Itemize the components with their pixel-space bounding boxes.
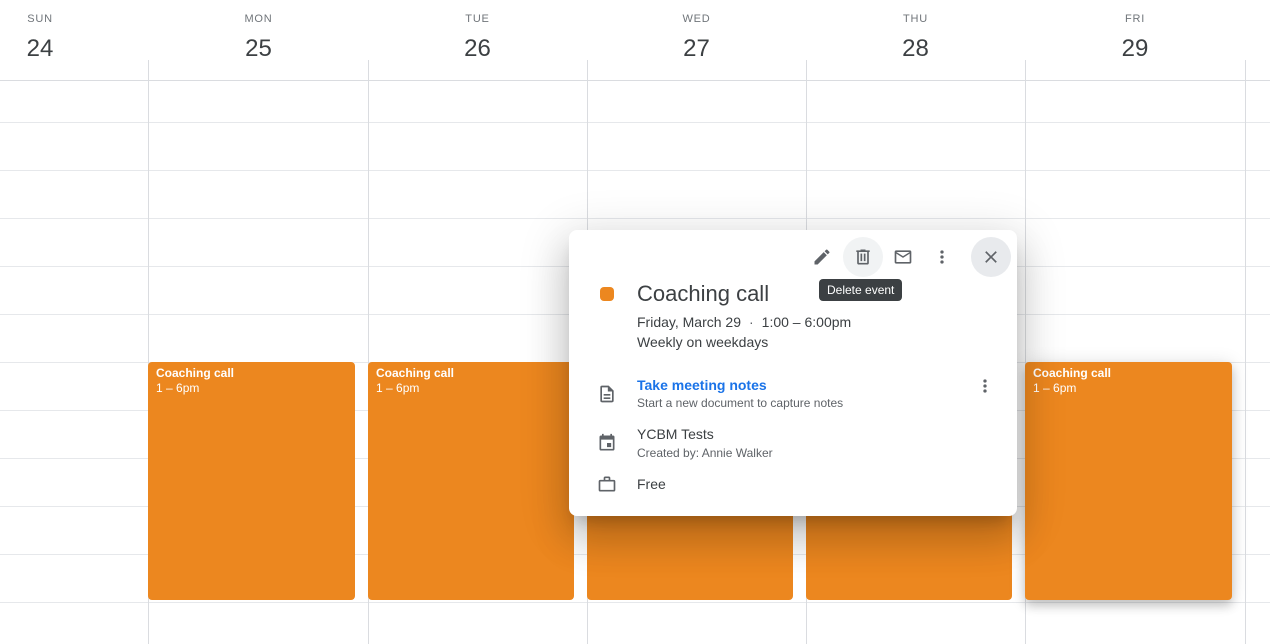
- more-vert-icon: [983, 379, 987, 393]
- day-number[interactable]: 29: [1025, 35, 1245, 63]
- briefcase-icon: [597, 474, 617, 494]
- day-of-week: TUE: [465, 13, 490, 25]
- trash-icon: [856, 249, 870, 265]
- notes-options-button[interactable]: [965, 366, 1005, 406]
- close-icon: [985, 251, 997, 263]
- day-header-wed[interactable]: WED 27: [587, 0, 806, 80]
- hour-gridline: [0, 170, 1270, 171]
- event-color-swatch: [600, 287, 614, 301]
- calendar-week-view: SUN 24 MON 25 TUE 26 WED 27 THU 28 FRI 2…: [0, 0, 1270, 644]
- day-number[interactable]: 24: [0, 35, 80, 63]
- day-of-week: FRI: [1124, 13, 1146, 25]
- document-icon: [597, 384, 617, 404]
- mail-icon: [894, 250, 912, 264]
- availability-status: Free: [637, 476, 666, 492]
- more-vert-icon: [940, 250, 944, 264]
- hour-gridline: [0, 602, 1270, 603]
- notes-description: Start a new document to capture notes: [637, 396, 844, 410]
- day-number[interactable]: 27: [587, 35, 806, 63]
- event-title: Coaching call: [376, 366, 455, 380]
- separator-dot: ·: [749, 314, 754, 330]
- delete-event-tooltip: Delete event: [819, 279, 903, 301]
- event-title: Coaching call: [1033, 366, 1112, 380]
- event-time: 1 – 6pm: [1033, 381, 1077, 395]
- hour-gridline: [0, 122, 1270, 123]
- day-of-week: MON: [244, 13, 273, 25]
- day-header-sun[interactable]: SUN 24: [0, 0, 80, 80]
- delete-event-button[interactable]: [843, 237, 883, 277]
- day-header-thu[interactable]: THU 28: [806, 0, 1025, 80]
- event-time: 1 – 6pm: [156, 381, 200, 395]
- day-of-week: SUN: [27, 13, 53, 25]
- edit-event-button[interactable]: [802, 237, 842, 277]
- event-time-range: 1:00 – 6:00pm: [761, 314, 852, 330]
- event-title: Coaching call: [637, 281, 770, 306]
- event-datetime: Friday, March 29 · 1:00 – 6:00pm: [637, 313, 851, 331]
- day-number[interactable]: 26: [368, 35, 587, 63]
- close-popup-button[interactable]: [971, 237, 1011, 277]
- day-header-fri[interactable]: FRI 29: [1025, 0, 1245, 80]
- day-of-week: WED: [682, 13, 711, 25]
- day-number[interactable]: 28: [806, 35, 1025, 63]
- event-date: Friday, March 29: [637, 314, 741, 330]
- day-column-divider: [1245, 60, 1246, 644]
- event-title: Coaching call: [156, 366, 235, 380]
- options-button[interactable]: [922, 237, 962, 277]
- event-coaching-call-tue[interactable]: Coaching call 1 – 6pm: [368, 362, 574, 600]
- event-details-popup: Delete event Coaching call Friday, March…: [569, 230, 1017, 516]
- day-of-week: THU: [902, 13, 928, 25]
- day-header-mon[interactable]: MON 25: [149, 0, 368, 80]
- header-divider: [0, 80, 1270, 81]
- day-header-tue[interactable]: TUE 26: [368, 0, 587, 80]
- calendar-name: YCBM Tests: [637, 426, 714, 442]
- calendar-creator: Created by: Annie Walker: [637, 446, 773, 460]
- event-coaching-call-fri[interactable]: Coaching call 1 – 6pm: [1025, 362, 1232, 600]
- take-meeting-notes-link[interactable]: Take meeting notes: [637, 377, 767, 393]
- event-recurrence: Weekly on weekdays: [637, 334, 769, 350]
- hour-gridline: [0, 218, 1270, 219]
- email-guests-button[interactable]: [883, 237, 923, 277]
- day-number[interactable]: 25: [149, 35, 368, 63]
- event-time: 1 – 6pm: [376, 381, 420, 395]
- event-coaching-call-mon[interactable]: Coaching call 1 – 6pm: [148, 362, 355, 600]
- pencil-icon: [814, 249, 830, 265]
- calendar-icon: [597, 433, 617, 453]
